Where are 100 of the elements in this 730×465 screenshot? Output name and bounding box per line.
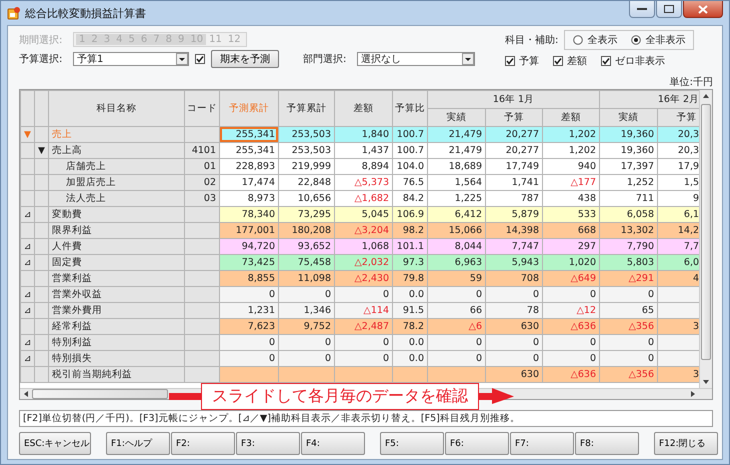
month-header: 16年 2月 — [600, 90, 700, 108]
table-cell: 228,893 — [220, 158, 278, 174]
table-cell: 93,652 — [278, 238, 334, 254]
account-name: 人件費 — [48, 238, 184, 254]
account-name: 営業利益 — [48, 270, 184, 286]
hint-text: [F2]単位切替(円／千円)。[F3]元帳にジャンプ。[⊿／▼]補助科目表示／非表示切り替え。[F5]科目残月別推移。 — [19, 410, 713, 427]
department-label: 部門選択: — [303, 52, 348, 66]
account-name: 売上高 — [48, 142, 184, 158]
table-cell: 5,879 — [486, 206, 542, 222]
table-cell: 253,503 — [278, 142, 334, 158]
table-cell: 1,437 — [334, 142, 392, 158]
account-code: 02 — [184, 174, 220, 190]
table-cell: △177 — [542, 174, 600, 190]
table-cell: 180,208 — [278, 222, 334, 238]
table-cell: 630 — [486, 318, 542, 334]
table-cell: 20,3 — [658, 126, 700, 142]
table-cell: 1,252 — [600, 174, 658, 190]
table-cell: △3,204 — [334, 222, 392, 238]
table-cell: 0 — [428, 286, 486, 302]
table-cell: 73,425 — [220, 254, 278, 270]
account-name: 税引前当期純利益 — [48, 366, 184, 382]
table-cell: 106.9 — [392, 206, 428, 222]
table-cell: 297 — [542, 238, 600, 254]
table-cell: 20,277 — [486, 142, 542, 158]
table-cell: 1,564 — [428, 174, 486, 190]
table-cell: 0 — [428, 334, 486, 350]
table-cell: 18,689 — [428, 158, 486, 174]
table-cell: 0 — [220, 350, 278, 366]
table-cell: △1,682 — [334, 190, 392, 206]
table-cell: 177,001 — [220, 222, 278, 238]
table-cell: 0 — [428, 350, 486, 366]
table-cell: 0 — [542, 286, 600, 302]
table-cell: 253,503 — [278, 126, 334, 142]
table-cell: 630 — [486, 366, 542, 382]
table-cell: 19,360 — [600, 126, 658, 142]
table-cell: 533 — [542, 206, 600, 222]
table-cell: 91.5 — [392, 302, 428, 318]
table-cell: 15,066 — [428, 222, 486, 238]
subject-label: 科目・補助: — [505, 34, 558, 47]
table-cell: 59 — [428, 270, 486, 286]
table-cell: 1,346 — [278, 302, 334, 318]
table-cell: 5,943 — [486, 254, 542, 270]
table-cell: 1,202 — [542, 142, 600, 158]
table-cell: 6,0 — [658, 254, 700, 270]
account-code: 01 — [184, 158, 220, 174]
table-cell: 17,9 — [658, 158, 700, 174]
table-cell: 0.0 — [392, 286, 428, 302]
table-cell: 255,341 — [220, 126, 278, 142]
table-cell: 438 — [542, 190, 600, 206]
table-cell: 100.7 — [392, 126, 428, 142]
account-name: 法人売上 — [48, 190, 184, 206]
table-cell: 0 — [278, 334, 334, 350]
table-cell: 4 — [658, 270, 700, 286]
table-cell: 6,963 — [428, 254, 486, 270]
table-cell: 13,302 — [600, 222, 658, 238]
table-cell: 75,458 — [278, 254, 334, 270]
table-cell: △114 — [334, 302, 392, 318]
account-name: 限界利益 — [48, 222, 184, 238]
account-name: 営業外費用 — [48, 302, 184, 318]
table-cell: △636 — [542, 318, 600, 334]
table-cell: 1,202 — [542, 126, 600, 142]
table-cell: 73,295 — [278, 206, 334, 222]
table-cell: 14,398 — [486, 222, 542, 238]
table-cell: 78 — [486, 302, 542, 318]
table-cell: 7,7 — [658, 238, 700, 254]
table-cell: 6,412 — [428, 206, 486, 222]
table-cell: 0 — [486, 334, 542, 350]
callout-tooltip: スライドして各月毎のデータを確認 — [201, 383, 479, 410]
table-cell: 10,656 — [278, 190, 334, 206]
unit-label: 単位:千円 — [670, 76, 713, 89]
table-cell: 0 — [542, 350, 600, 366]
table-cell: 0 — [334, 334, 392, 350]
table-cell: 8,973 — [220, 190, 278, 206]
table-cell: 14,2 — [658, 222, 700, 238]
table-cell: 5,045 — [334, 206, 392, 222]
table-cell: 8,855 — [220, 270, 278, 286]
table-cell: 78.2 — [392, 318, 428, 334]
table-cell: △649 — [542, 270, 600, 286]
table-cell: 255,341 — [220, 142, 278, 158]
table-cell: 1,225 — [428, 190, 486, 206]
table-cell: △2,487 — [334, 318, 392, 334]
table-cell: 8,044 — [428, 238, 486, 254]
account-name: 店舗売上 — [48, 158, 184, 174]
account-code: 4101 — [184, 142, 220, 158]
account-code: 03 — [184, 190, 220, 206]
table-cell: 20,3 — [658, 142, 700, 158]
table-cell: 0 — [334, 350, 392, 366]
table-cell: △5,373 — [334, 174, 392, 190]
table-cell: 65 — [600, 302, 658, 318]
table-cell: 8,894 — [334, 158, 392, 174]
table-cell: 76.5 — [392, 174, 428, 190]
table-cell: 3 — [658, 366, 700, 382]
table-cell: 940 — [542, 158, 600, 174]
table-cell: 0.0 — [392, 334, 428, 350]
table-cell: 97.3 — [392, 254, 428, 270]
table-cell: 3 — [658, 318, 700, 334]
account-name: 営業外収益 — [48, 286, 184, 302]
month-header: 16年 1月 — [428, 90, 600, 108]
table-cell: 1,5 — [658, 174, 700, 190]
table-cell: 1,741 — [486, 174, 542, 190]
